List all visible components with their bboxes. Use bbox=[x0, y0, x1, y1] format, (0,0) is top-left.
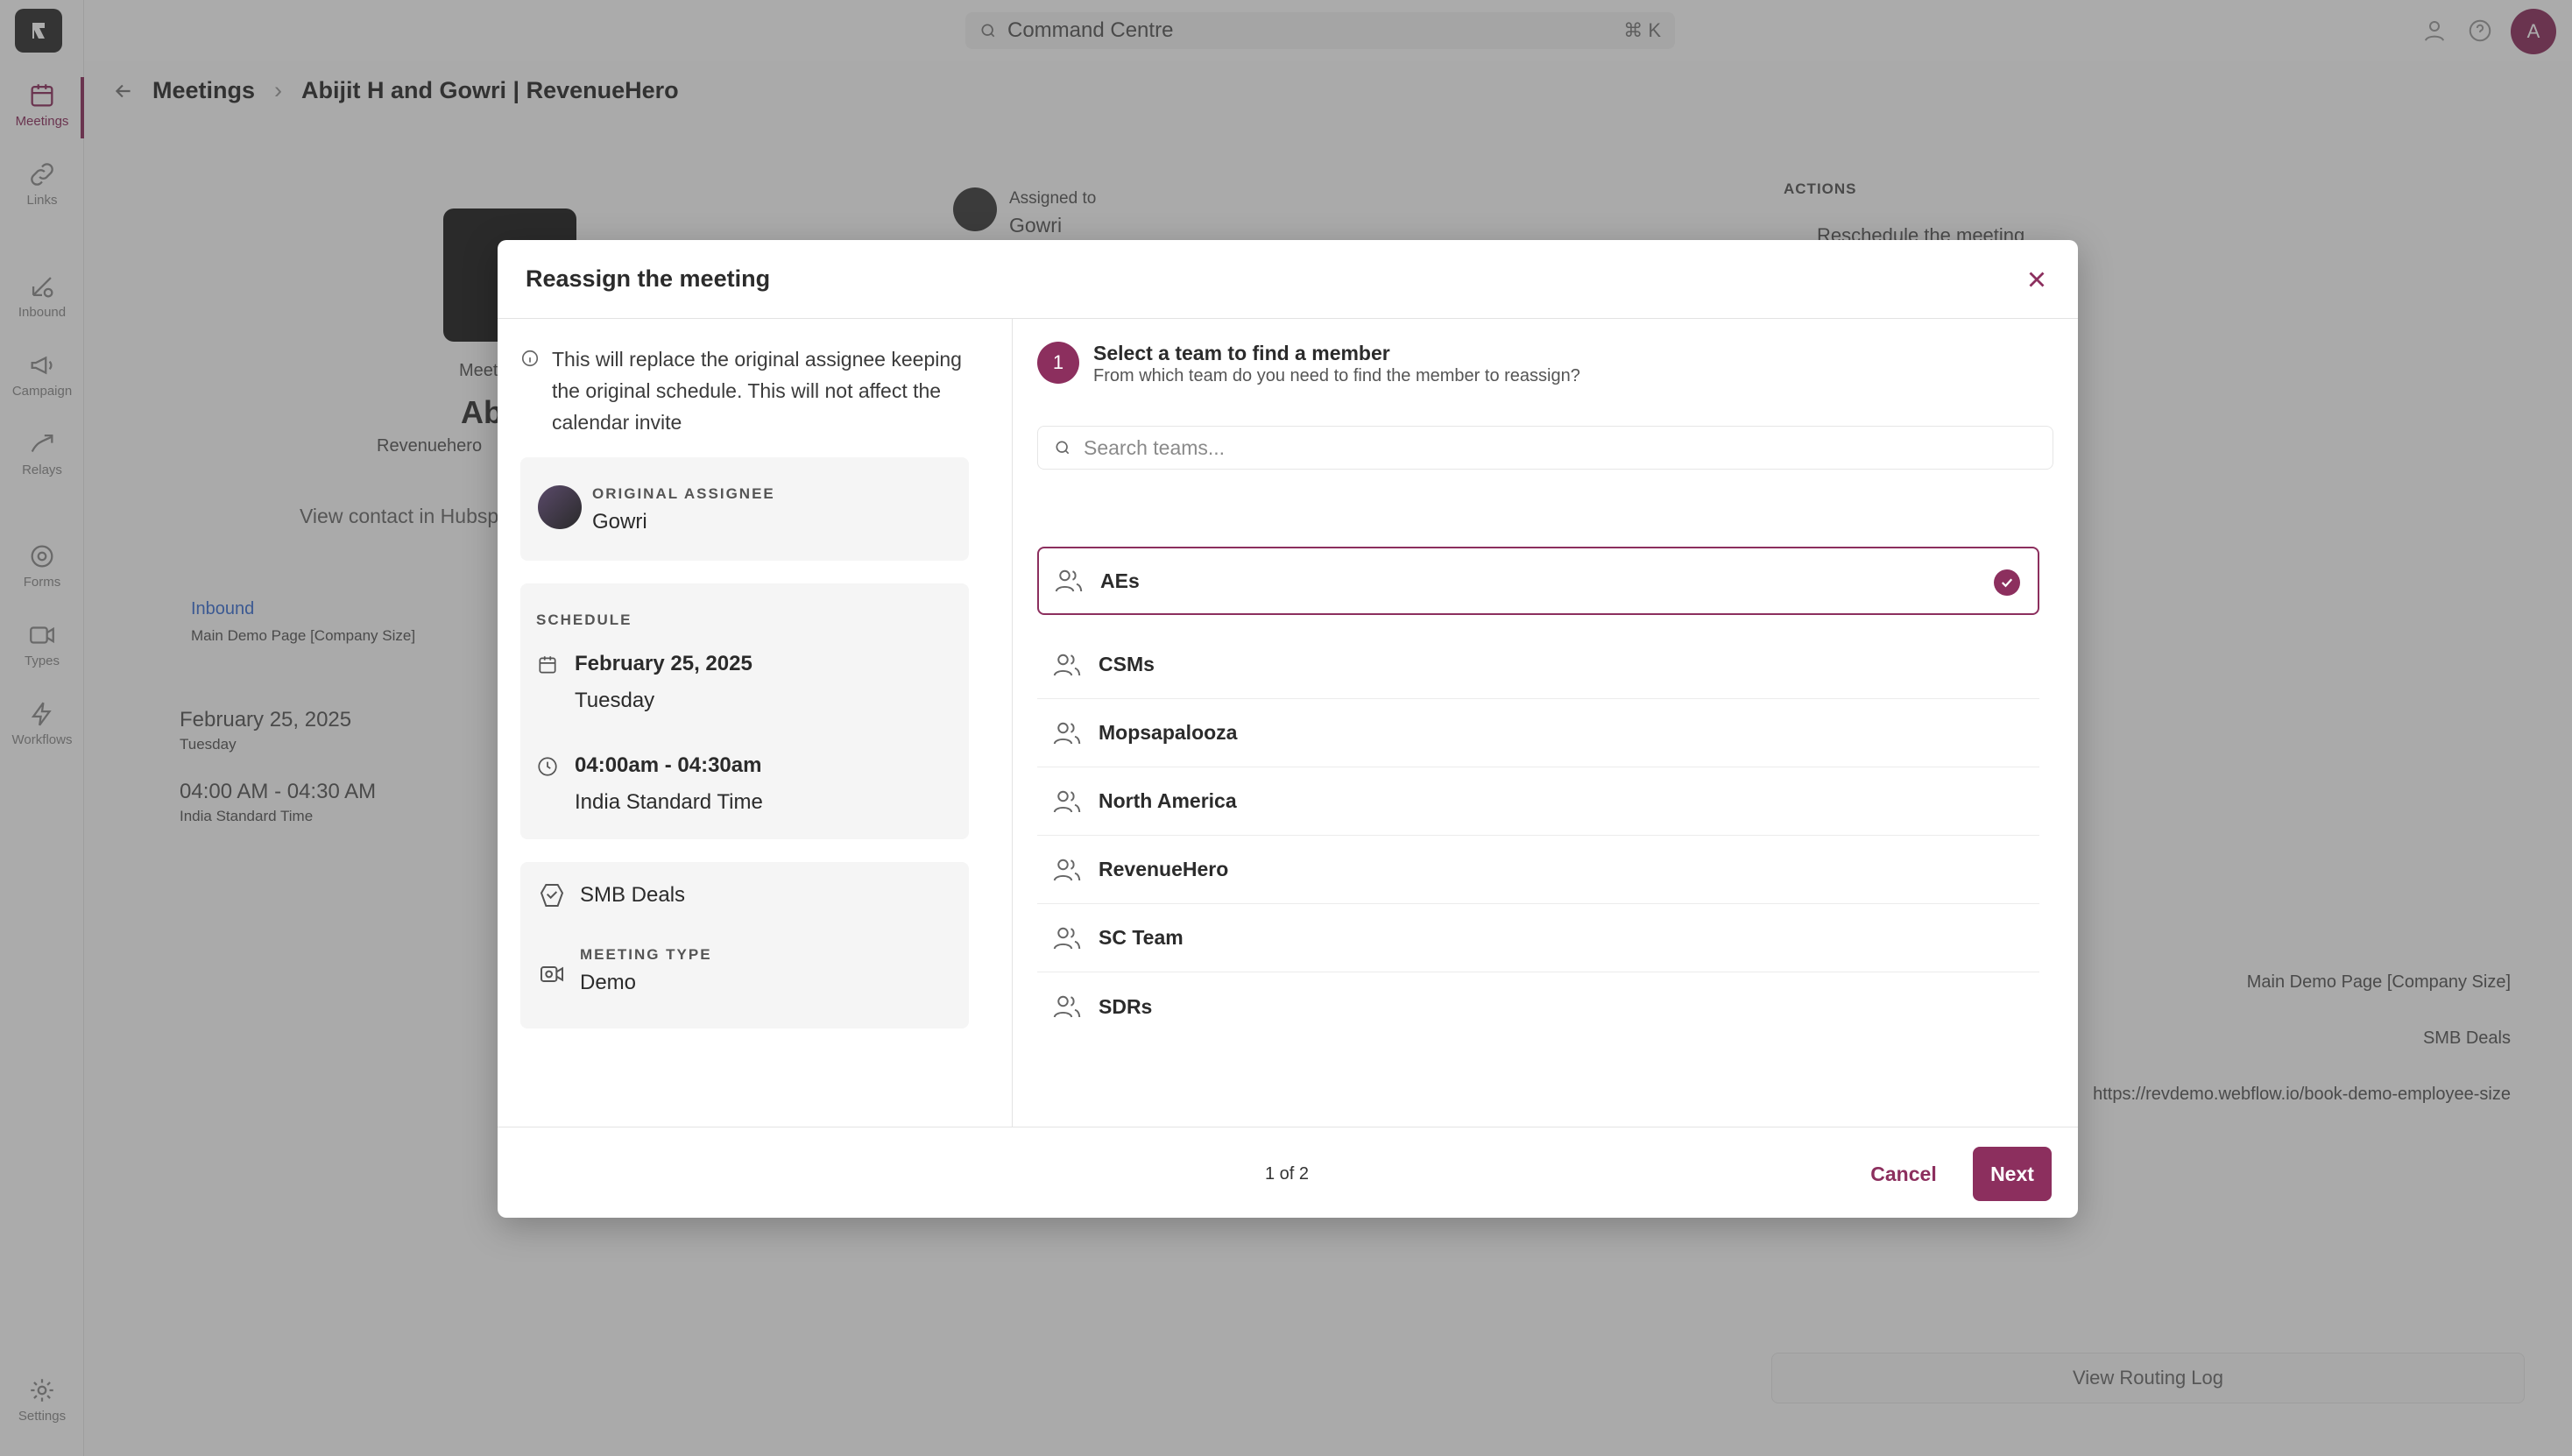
deal-name: SMB Deals bbox=[580, 883, 686, 907]
next-button[interactable]: Next bbox=[1973, 1147, 2052, 1201]
calendar-icon bbox=[539, 656, 556, 674]
step-title: Select a team to find a member bbox=[1093, 342, 1390, 364]
team-item-mopsapalooza[interactable]: Mopsapalooza bbox=[1037, 699, 2039, 767]
users-icon bbox=[1053, 995, 1081, 1018]
users-icon bbox=[1053, 927, 1081, 949]
meeting-type-label: MEETING TYPE bbox=[580, 946, 712, 963]
search-icon bbox=[1056, 441, 1070, 455]
team-item-sdrs[interactable]: SDRs bbox=[1037, 972, 2039, 1041]
schedule-date: February 25, 2025 bbox=[575, 652, 753, 675]
schedule-time: 04:00am - 04:30am bbox=[575, 753, 762, 777]
team-name: CSMs bbox=[1099, 653, 1155, 675]
users-icon bbox=[1053, 654, 1081, 675]
team-name: SC Team bbox=[1099, 926, 1184, 949]
original-assignee-name: Gowri bbox=[592, 510, 647, 534]
team-name: SDRs bbox=[1099, 994, 1153, 1018]
schedule-label: SCHEDULE bbox=[536, 611, 632, 628]
check-icon bbox=[1994, 569, 2020, 596]
clock-icon bbox=[538, 757, 557, 776]
team-item-north-america[interactable]: North America bbox=[1037, 767, 2039, 836]
team-name: RevenueHero bbox=[1099, 858, 1229, 880]
schedule-card: SCHEDULE February 25, 2025 Tuesday 04:00… bbox=[520, 583, 969, 839]
original-assignee-label: ORIGINAL ASSIGNEE bbox=[592, 485, 775, 502]
team-selection-panel: 1 Select a team to find a member From wh… bbox=[1013, 319, 2078, 1127]
info-text: This will replace the original assignee … bbox=[552, 348, 962, 434]
team-item-revenuehero[interactable]: RevenueHero bbox=[1037, 836, 2039, 904]
users-icon bbox=[1053, 722, 1081, 744]
modal-footer: 1 of 2 Cancel Next bbox=[498, 1127, 2078, 1218]
step-pager: 1 of 2 bbox=[1265, 1164, 1310, 1184]
users-icon bbox=[1055, 569, 1083, 592]
step-number-badge: 1 bbox=[1037, 342, 1079, 384]
modal-header: Reassign the meeting bbox=[498, 240, 2078, 319]
users-icon bbox=[1053, 859, 1081, 880]
avatar bbox=[538, 485, 582, 529]
modal-title: Reassign the meeting bbox=[526, 265, 771, 292]
meeting-type-value: Demo bbox=[580, 971, 637, 994]
reassign-modal: Reassign the meeting This will replace t… bbox=[498, 240, 2078, 1218]
step-subtitle: From which team do you need to find the … bbox=[1093, 366, 1580, 385]
team-item-csms[interactable]: CSMs bbox=[1037, 631, 2039, 699]
team-name: AEs bbox=[1100, 569, 1140, 592]
team-name: North America bbox=[1099, 789, 1237, 812]
team-search-box[interactable] bbox=[1037, 426, 2053, 470]
info-icon bbox=[521, 350, 539, 367]
original-assignee-card: ORIGINAL ASSIGNEE Gowri bbox=[520, 457, 969, 561]
team-name: Mopsapalooza bbox=[1099, 721, 1238, 744]
close-icon[interactable] bbox=[2024, 266, 2050, 293]
schedule-timezone: India Standard Time bbox=[575, 790, 763, 814]
meeting-details-card: SMB Deals MEETING TYPE Demo bbox=[520, 862, 969, 1028]
team-item-sc-team[interactable]: SC Team bbox=[1037, 904, 2039, 972]
cancel-button[interactable]: Cancel bbox=[1864, 1147, 1943, 1201]
info-note: This will replace the original assignee … bbox=[520, 343, 993, 438]
team-item-aes[interactable]: AEs bbox=[1037, 547, 2039, 615]
schedule-day: Tuesday bbox=[575, 689, 655, 712]
users-icon bbox=[1053, 790, 1081, 812]
video-icon bbox=[541, 966, 563, 982]
team-search-input[interactable] bbox=[1084, 435, 2030, 460]
deal-icon bbox=[540, 884, 564, 907]
meeting-summary-panel: This will replace the original assignee … bbox=[498, 319, 1013, 1127]
